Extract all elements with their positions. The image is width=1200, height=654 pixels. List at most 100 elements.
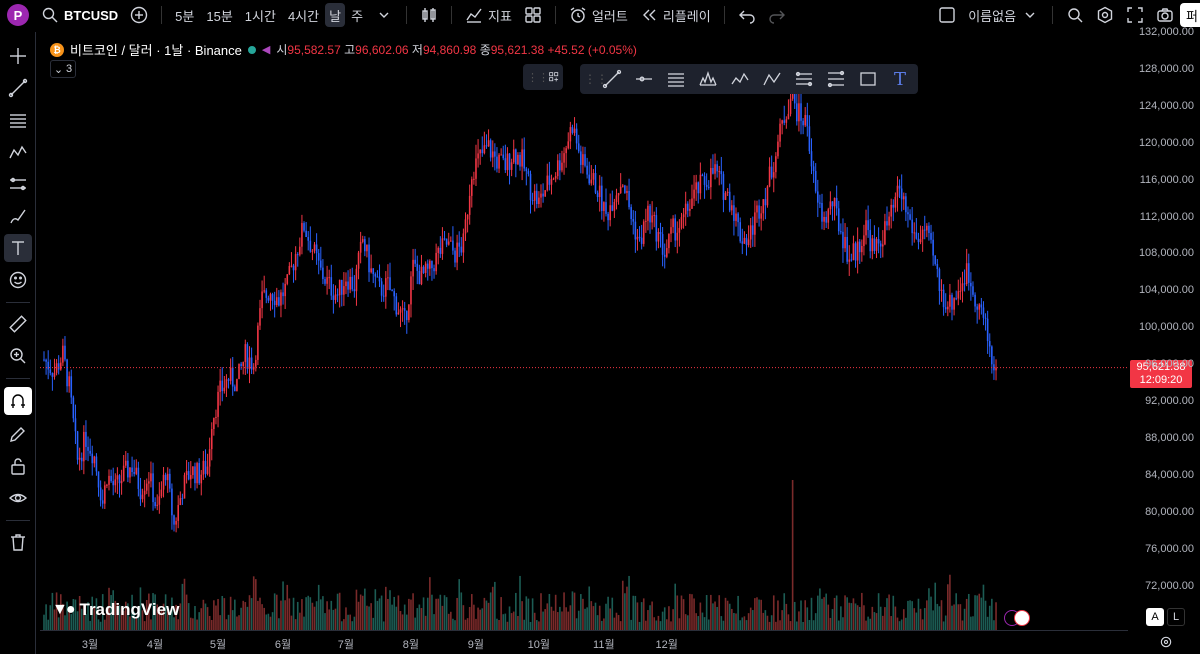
top-toolbar: P BTCUSD 5분 15분 1시간 4시간 날 주 지표 얼러트 리플레이: [0, 0, 1200, 30]
candle-body: [821, 202, 823, 222]
remove-drawings-tool[interactable]: [4, 528, 32, 556]
volume-bar: [978, 593, 981, 630]
publish-button[interactable]: 퍼: [1180, 3, 1200, 27]
stay-drawing-tool[interactable]: [4, 420, 32, 448]
fav-text[interactable]: T: [886, 66, 914, 92]
interval-1w[interactable]: 주: [345, 3, 369, 27]
candle-body: [978, 304, 981, 310]
volume-bar: [550, 606, 553, 630]
volume-bar: [301, 599, 303, 630]
fav-elliott-wave[interactable]: [726, 66, 754, 92]
quick-search-button[interactable]: [1060, 3, 1090, 27]
brush-tool[interactable]: [4, 202, 32, 230]
toolbar-divider: [6, 302, 30, 303]
interval-15m[interactable]: 15분: [200, 3, 238, 27]
time-scale[interactable]: 3월 4월 5월 6월 7월 8월 9월 10월 11월 12월: [40, 630, 1128, 654]
ideas-icon[interactable]: ◀: [262, 43, 270, 56]
candle-body: [324, 279, 326, 284]
candle-body: [452, 240, 454, 251]
volume-bar: [825, 593, 827, 630]
candle-body: [494, 151, 496, 157]
legend-collapse-button[interactable]: ⌄ 3: [50, 60, 76, 78]
fib-tool[interactable]: [4, 106, 32, 134]
interval-5m[interactable]: 5분: [169, 3, 200, 27]
layout-name-button[interactable]: 이름없음: [962, 3, 1045, 27]
layout-select-button[interactable]: [932, 3, 962, 27]
volume-bar: [89, 620, 91, 630]
volume-bar: [104, 619, 106, 630]
avatar[interactable]: P: [7, 4, 29, 26]
emoji-tool[interactable]: [4, 266, 32, 294]
candle-body: [980, 304, 983, 308]
hide-drawings-tool[interactable]: [4, 484, 32, 512]
fav-abcd[interactable]: [758, 66, 786, 92]
volume-bar: [731, 608, 733, 630]
chart-pane[interactable]: ₿ 비트코인 / 달러 · 1날 · Binance ◀ 시95,582.57 …: [40, 32, 1128, 630]
volume-bar: [328, 609, 330, 630]
undo-button[interactable]: [732, 3, 762, 27]
alert-button[interactable]: 얼러트: [563, 3, 634, 27]
fav-horizontal-ray[interactable]: [630, 66, 658, 92]
drawbar-settings[interactable]: ⋮⋮: [523, 64, 563, 90]
price-tick: 112,000.00: [1139, 210, 1194, 223]
volume-bar: [984, 600, 987, 630]
fav-fib-extension[interactable]: [822, 66, 850, 92]
zoom-tool[interactable]: [4, 342, 32, 370]
projection-tool[interactable]: [4, 170, 32, 198]
trendline-tool[interactable]: [4, 74, 32, 102]
volume-bar: [831, 609, 834, 630]
drag-handle-icon[interactable]: ⋮⋮: [584, 72, 608, 86]
candle-body: [875, 239, 878, 251]
replay-button[interactable]: 리플레이: [634, 3, 717, 27]
candle-body: [437, 247, 440, 253]
measure-tool[interactable]: [4, 310, 32, 338]
chart-type-button[interactable]: [414, 3, 444, 27]
interval-1d[interactable]: 날: [325, 3, 346, 27]
market-status-icon[interactable]: [247, 45, 256, 54]
candle-body: [550, 179, 553, 185]
candle-body: [194, 466, 196, 484]
magnet-icon: [11, 394, 25, 408]
volume-bar: [315, 601, 318, 630]
fav-head-shoulders[interactable]: [694, 66, 722, 92]
fav-rectangle[interactable]: [854, 66, 882, 92]
fav-fib-retracement[interactable]: [790, 66, 818, 92]
volume-bar: [756, 597, 758, 630]
text-tool[interactable]: [4, 234, 32, 262]
candle-body: [949, 294, 951, 307]
fav-parallel-channel[interactable]: [662, 66, 690, 92]
candle-body: [923, 229, 926, 231]
magnet-tool[interactable]: [4, 387, 32, 415]
indicators-button[interactable]: 지표: [459, 3, 518, 27]
interval-4h[interactable]: 4시간: [282, 3, 325, 27]
fullscreen-button[interactable]: [1120, 3, 1150, 27]
volume-bar: [370, 603, 372, 630]
templates-button[interactable]: [518, 3, 548, 27]
log-scale-button[interactable]: L: [1167, 608, 1185, 626]
interval-1h[interactable]: 1시간: [239, 3, 282, 27]
symbol-search-button[interactable]: BTCUSD: [35, 3, 124, 27]
settings-button[interactable]: [1090, 3, 1120, 27]
screenshot-button[interactable]: [1150, 3, 1180, 27]
candle-body: [43, 359, 45, 361]
tradingview-logo[interactable]: ▼● TradingView: [52, 600, 179, 620]
crosshair-tool[interactable]: [4, 42, 32, 70]
redo-button[interactable]: [762, 3, 792, 27]
compare-symbol-button[interactable]: [124, 3, 154, 27]
time-axis-settings-button[interactable]: [1157, 633, 1175, 651]
economic-events-icons[interactable]: [1004, 610, 1032, 626]
volume-bar: [361, 595, 364, 630]
price-scale[interactable]: 95,621.38 12:09:20 132,000.00 128,000.00 1…: [1128, 26, 1200, 630]
interval-dropdown[interactable]: [369, 3, 399, 27]
volume-bar: [401, 614, 404, 630]
volume-bar: [749, 607, 752, 630]
fav-trendline[interactable]: [598, 66, 626, 92]
auto-scale-button[interactable]: A: [1146, 608, 1164, 626]
pattern-tool[interactable]: [4, 138, 32, 166]
volume-bar: [993, 620, 995, 630]
volume-bar: [621, 580, 624, 630]
volume-bar: [257, 600, 259, 630]
lock-drawings-tool[interactable]: [4, 452, 32, 480]
series-title[interactable]: 비트코인 / 달러 · 1날 · Binance: [70, 40, 242, 59]
candlestick-chart[interactable]: [40, 32, 1128, 630]
